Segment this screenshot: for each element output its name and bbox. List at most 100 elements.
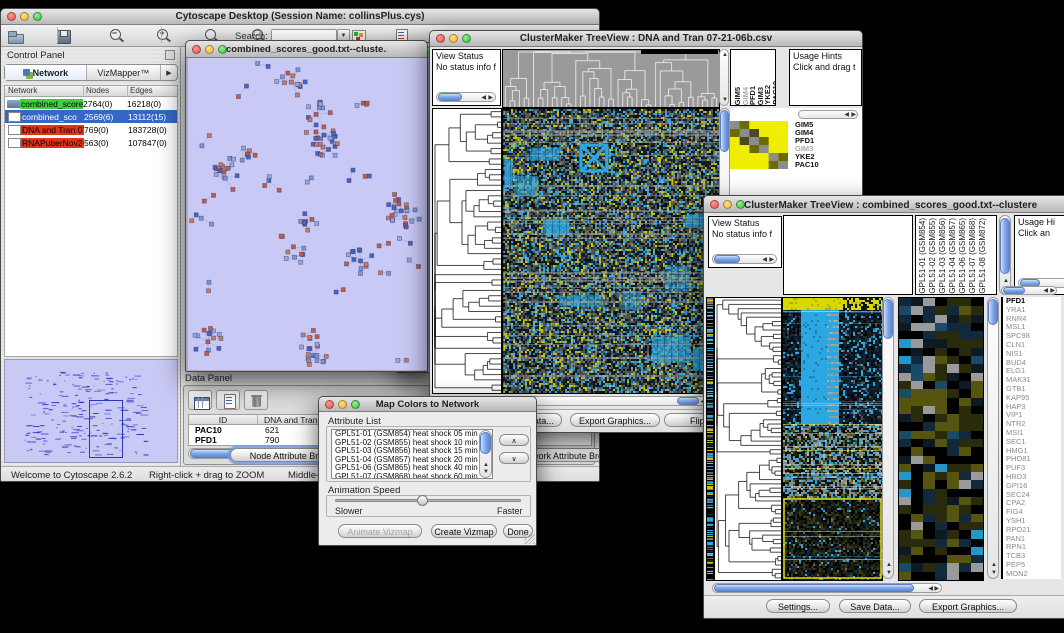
tv1-row-dendrogram[interactable] xyxy=(432,108,502,394)
scroll-down-icon[interactable]: ▼ xyxy=(483,469,489,475)
network-canvas[interactable] xyxy=(188,58,427,370)
scrollbar-thumb[interactable] xyxy=(988,299,998,325)
move-down-button[interactable]: ∨ xyxy=(499,452,529,464)
column-label[interactable]: GPL51-04 (GSM857) xyxy=(948,218,958,294)
column-label[interactable]: GPL51-07 (GSM868) xyxy=(968,218,978,294)
close-icon[interactable] xyxy=(710,200,719,209)
scroll-up-icon[interactable]: ▲ xyxy=(991,562,997,568)
scroll-right-icon[interactable]: ▶ xyxy=(769,257,774,263)
tv2-gene-vscrollbar[interactable]: ▲ ▼ xyxy=(987,297,999,579)
overview-viewport-rect[interactable] xyxy=(89,400,123,458)
column-label[interactable]: GPL51-02 (GSM855) xyxy=(928,218,938,294)
tv1-global-heatmap[interactable] xyxy=(502,108,720,394)
move-up-button[interactable]: ∧ xyxy=(499,434,529,446)
gene-label[interactable]: MON2 xyxy=(1003,570,1061,579)
column-label[interactable]: GPL51-06 (GSM865) xyxy=(958,218,968,294)
column-label[interactable]: YKE2 xyxy=(763,85,771,105)
column-label[interactable]: GIM4 xyxy=(741,87,749,105)
treeview2-title-bar[interactable]: ClusterMaker TreeView : combined_scores_… xyxy=(704,196,1064,213)
dialog-title-bar[interactable]: Map Colors to Network xyxy=(319,397,536,412)
header-edges[interactable]: Edges xyxy=(127,86,177,96)
export-graphics-button[interactable]: Export Graphics... xyxy=(919,599,1017,613)
network-list-row[interactable]: RNAPuberNov2+ 563(0) 107847(0) xyxy=(5,136,177,149)
header-id[interactable]: ID xyxy=(189,415,257,424)
tv1-column-dendrogram[interactable] xyxy=(502,49,720,108)
view-status-hscrollbar[interactable]: ◀ ▶ xyxy=(436,92,496,102)
float-panel-icon[interactable] xyxy=(165,50,175,60)
column-label[interactable]: GPL51-08 (GSM872) xyxy=(978,218,988,294)
tv2-labels-vscrollbar[interactable]: ▲ ▼ xyxy=(999,215,1011,295)
network-overview-panel[interactable] xyxy=(4,359,178,463)
close-icon[interactable] xyxy=(325,400,334,409)
minimize-icon[interactable] xyxy=(205,45,214,54)
tv1-zoom-heatmap[interactable] xyxy=(730,121,788,169)
save-data-button[interactable]: Save Data... xyxy=(839,599,911,613)
column-label[interactable]: GPL51-03 (GSM856) xyxy=(938,218,948,294)
network-view-title-bar[interactable]: combined_scores_good.txt--cluste... xyxy=(186,41,427,58)
scroll-up-icon[interactable]: ▲ xyxy=(722,52,728,58)
scroll-up-icon[interactable]: ▲ xyxy=(1003,278,1009,284)
animate-vizmap-button[interactable]: Animate Vizmap xyxy=(338,524,422,538)
scroll-left-icon[interactable]: ◀ xyxy=(844,112,849,118)
scroll-left-icon[interactable]: ◀ xyxy=(928,586,933,592)
scrollbar-thumb[interactable] xyxy=(720,110,729,152)
scrollbar-thumb[interactable] xyxy=(438,93,462,101)
view-status-hscrollbar[interactable]: ◀ ▶ xyxy=(712,254,777,264)
resize-grip[interactable] xyxy=(524,533,535,544)
tv2-gene-hscrollbar[interactable]: ◀ ▶ xyxy=(1001,286,1057,295)
create-attribute-button[interactable] xyxy=(216,390,240,410)
tv1-zoom-hscrollbar[interactable]: ◀ ▶ xyxy=(798,110,858,119)
tab-network[interactable]: Network xyxy=(5,65,87,80)
close-icon[interactable] xyxy=(436,34,445,43)
scrollbar-thumb[interactable] xyxy=(714,255,740,263)
attribute-list[interactable]: GPL51-01 (GSM854) heat shock 05 minGPL51… xyxy=(331,429,493,479)
zoom-in-icon[interactable]: + xyxy=(155,28,173,44)
tv2-row-dendrogram[interactable] xyxy=(714,297,782,581)
open-session-icon[interactable] xyxy=(7,28,25,44)
network-list-row[interactable]: combined_scores 2764(0) 16218(0) xyxy=(5,97,177,110)
scroll-right-icon[interactable]: ▶ xyxy=(488,95,493,101)
scrollbar-thumb[interactable] xyxy=(714,584,914,592)
scroll-left-icon[interactable]: ◀ xyxy=(481,95,486,101)
treeview1-title-bar[interactable]: ClusterMaker TreeView : DNA and Tran 07-… xyxy=(430,31,862,47)
scroll-up-icon[interactable]: ▲ xyxy=(886,562,892,568)
tv2-heatmap-vscrollbar[interactable]: ▲ ▼ xyxy=(882,297,894,579)
tab-overflow-button[interactable]: ▶ xyxy=(161,65,177,80)
close-icon[interactable] xyxy=(7,12,16,21)
create-vizmap-button[interactable]: Create Vizmap xyxy=(431,524,497,538)
speed-slider-thumb[interactable] xyxy=(417,495,428,506)
minimize-icon[interactable] xyxy=(449,34,458,43)
scroll-up-icon[interactable]: ▲ xyxy=(483,462,489,468)
tv2-zoom-heatmap[interactable] xyxy=(898,297,984,581)
tab-vizmapper[interactable]: VizMapper™ xyxy=(87,65,161,80)
scroll-down-icon[interactable]: ▼ xyxy=(886,570,892,576)
minimize-icon[interactable] xyxy=(20,12,29,21)
zoom-out-icon[interactable]: − xyxy=(108,28,126,44)
scrollbar-thumb[interactable] xyxy=(480,432,491,454)
column-label[interactable]: GIM5 xyxy=(733,87,741,105)
main-title-bar[interactable]: Cytoscape Desktop (Session Name: collins… xyxy=(1,9,599,25)
scrollbar-thumb[interactable] xyxy=(1000,218,1010,274)
attribute-list-item[interactable]: GPL51-07 (GSM868) heat shock 60 min xyxy=(332,473,492,479)
scroll-down-icon[interactable]: ▼ xyxy=(991,570,997,576)
tv2-bottom-hscrollbar[interactable]: ◀ ▶ xyxy=(712,583,942,593)
scroll-right-icon[interactable]: ▶ xyxy=(1050,288,1055,294)
scroll-left-icon[interactable]: ◀ xyxy=(762,257,767,263)
delete-attribute-button[interactable] xyxy=(244,390,268,410)
save-session-icon[interactable] xyxy=(55,28,73,44)
scroll-down-icon[interactable]: ▼ xyxy=(722,97,728,103)
minimize-icon[interactable] xyxy=(723,200,732,209)
scroll-right-icon[interactable]: ▶ xyxy=(934,586,939,592)
tv2-global-heatmap[interactable] xyxy=(782,297,883,581)
scroll-left-icon[interactable]: ◀ xyxy=(1043,288,1048,294)
column-label[interactable]: PAC10 xyxy=(771,81,777,105)
tv1-header-vscrollbar[interactable]: ▲ ▼ xyxy=(719,49,729,106)
tv2-column-tree-area[interactable] xyxy=(783,215,913,295)
tv2-global-strip[interactable] xyxy=(706,297,714,581)
speed-slider-track[interactable] xyxy=(335,499,521,502)
network-list-row[interactable]: DNA and Tran 07 769(0) 183728(0) xyxy=(5,123,177,136)
scrollbar-thumb[interactable] xyxy=(1003,287,1025,294)
close-icon[interactable] xyxy=(192,45,201,54)
header-nodes[interactable]: Nodes xyxy=(83,86,127,96)
column-label[interactable]: GPL51-01 (GSM854) xyxy=(918,218,928,294)
